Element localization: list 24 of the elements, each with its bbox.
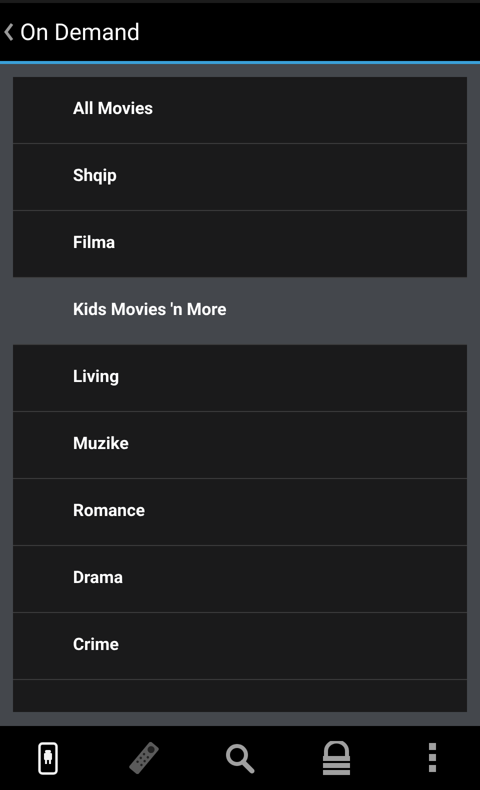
lock-icon <box>322 741 350 775</box>
back-button[interactable]: On Demand <box>0 3 148 61</box>
category-row[interactable]: Crime <box>13 613 467 680</box>
search-icon <box>225 742 255 774</box>
category-label: Kids Movies 'n More <box>73 299 226 322</box>
screen-title: On Demand <box>20 20 140 44</box>
category-label: Drama <box>73 567 123 590</box>
overflow-menu-icon <box>428 743 436 773</box>
category-label: Crime <box>73 634 119 658</box>
category-label: Muzike <box>73 433 129 456</box>
category-label: All Movies <box>73 98 154 122</box>
category-row[interactable]: Shqip <box>13 144 467 211</box>
category-label: Living <box>73 366 120 390</box>
phone-icon <box>38 742 58 774</box>
category-row[interactable]: All Movies <box>13 77 467 144</box>
category-label: Shqip <box>73 165 117 188</box>
category-row[interactable]: Drama <box>13 546 467 613</box>
category-row[interactable]: Muzike <box>13 412 467 479</box>
category-row[interactable]: Filma <box>13 211 467 278</box>
back-icon <box>4 23 14 41</box>
category-label: Romance <box>73 500 145 524</box>
category-label: Filma <box>73 232 116 256</box>
category-row[interactable]: Living <box>13 345 467 412</box>
category-row[interactable]: Romance <box>13 479 467 546</box>
